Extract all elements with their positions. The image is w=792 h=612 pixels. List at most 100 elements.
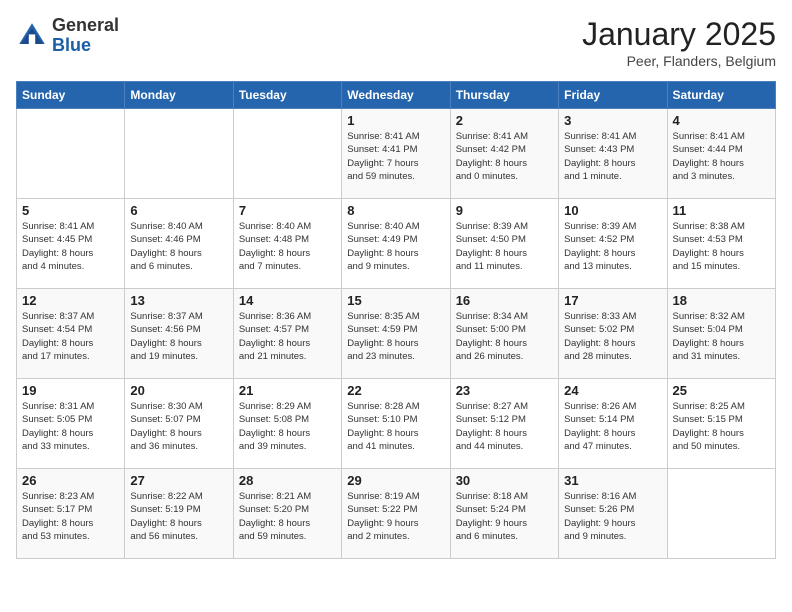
day-number: 28 xyxy=(239,473,336,488)
calendar-cell: 30 Sunrise: 8:18 AM Sunset: 5:24 PM Dayli… xyxy=(450,469,558,559)
day-info: Sunrise: 8:23 AM Sunset: 5:17 PM Dayligh… xyxy=(22,490,119,543)
calendar-cell xyxy=(667,469,775,559)
calendar-table: SundayMondayTuesdayWednesdayThursdayFrid… xyxy=(16,81,776,559)
calendar-week-row: 5 Sunrise: 8:41 AM Sunset: 4:45 PM Daylig… xyxy=(17,199,776,289)
calendar-cell: 29 Sunrise: 8:19 AM Sunset: 5:22 PM Dayli… xyxy=(342,469,450,559)
logo-icon xyxy=(16,20,48,52)
calendar-cell: 2 Sunrise: 8:41 AM Sunset: 4:42 PM Daylig… xyxy=(450,109,558,199)
day-info: Sunrise: 8:39 AM Sunset: 4:52 PM Dayligh… xyxy=(564,220,661,273)
calendar-cell: 25 Sunrise: 8:25 AM Sunset: 5:15 PM Dayli… xyxy=(667,379,775,469)
weekday-header-friday: Friday xyxy=(559,82,667,109)
day-info: Sunrise: 8:40 AM Sunset: 4:49 PM Dayligh… xyxy=(347,220,444,273)
calendar-cell: 16 Sunrise: 8:34 AM Sunset: 5:00 PM Dayli… xyxy=(450,289,558,379)
day-info: Sunrise: 8:18 AM Sunset: 5:24 PM Dayligh… xyxy=(456,490,553,543)
calendar-week-row: 1Sunrise: 8:41 AM Sunset: 4:41 PM Daylig… xyxy=(17,109,776,199)
calendar-cell: 7 Sunrise: 8:40 AM Sunset: 4:48 PM Daylig… xyxy=(233,199,341,289)
day-number: 13 xyxy=(130,293,227,308)
day-number: 20 xyxy=(130,383,227,398)
day-info: Sunrise: 8:41 AM Sunset: 4:45 PM Dayligh… xyxy=(22,220,119,273)
day-info: Sunrise: 8:40 AM Sunset: 4:46 PM Dayligh… xyxy=(130,220,227,273)
day-number: 14 xyxy=(239,293,336,308)
day-number: 12 xyxy=(22,293,119,308)
day-info: Sunrise: 8:41 AM Sunset: 4:42 PM Dayligh… xyxy=(456,130,553,183)
day-info: Sunrise: 8:19 AM Sunset: 5:22 PM Dayligh… xyxy=(347,490,444,543)
calendar-cell: 3 Sunrise: 8:41 AM Sunset: 4:43 PM Daylig… xyxy=(559,109,667,199)
calendar-cell: 6 Sunrise: 8:40 AM Sunset: 4:46 PM Daylig… xyxy=(125,199,233,289)
day-info: Sunrise: 8:31 AM Sunset: 5:05 PM Dayligh… xyxy=(22,400,119,453)
calendar-cell xyxy=(233,109,341,199)
day-number: 6 xyxy=(130,203,227,218)
day-number: 9 xyxy=(456,203,553,218)
day-info: Sunrise: 8:22 AM Sunset: 5:19 PM Dayligh… xyxy=(130,490,227,543)
weekday-header-wednesday: Wednesday xyxy=(342,82,450,109)
day-info: Sunrise: 8:40 AM Sunset: 4:48 PM Dayligh… xyxy=(239,220,336,273)
calendar-cell: 18Sunrise: 8:32 AM Sunset: 5:04 PM Dayli… xyxy=(667,289,775,379)
day-number: 24 xyxy=(564,383,661,398)
calendar-cell: 9Sunrise: 8:39 AM Sunset: 4:50 PM Daylig… xyxy=(450,199,558,289)
calendar-cell: 13 Sunrise: 8:37 AM Sunset: 4:56 PM Dayli… xyxy=(125,289,233,379)
day-info: Sunrise: 8:27 AM Sunset: 5:12 PM Dayligh… xyxy=(456,400,553,453)
day-number: 3 xyxy=(564,113,661,128)
day-number: 26 xyxy=(22,473,119,488)
day-info: Sunrise: 8:28 AM Sunset: 5:10 PM Dayligh… xyxy=(347,400,444,453)
day-info: Sunrise: 8:16 AM Sunset: 5:26 PM Dayligh… xyxy=(564,490,661,543)
calendar-cell: 1Sunrise: 8:41 AM Sunset: 4:41 PM Daylig… xyxy=(342,109,450,199)
calendar-cell: 31 Sunrise: 8:16 AM Sunset: 5:26 PM Dayli… xyxy=(559,469,667,559)
calendar-header-row: SundayMondayTuesdayWednesdayThursdayFrid… xyxy=(17,82,776,109)
calendar-cell: 26 Sunrise: 8:23 AM Sunset: 5:17 PM Dayli… xyxy=(17,469,125,559)
day-number: 5 xyxy=(22,203,119,218)
day-number: 27 xyxy=(130,473,227,488)
day-number: 23 xyxy=(456,383,553,398)
calendar-cell: 23 Sunrise: 8:27 AM Sunset: 5:12 PM Dayli… xyxy=(450,379,558,469)
day-info: Sunrise: 8:41 AM Sunset: 4:43 PM Dayligh… xyxy=(564,130,661,183)
calendar-cell: 5 Sunrise: 8:41 AM Sunset: 4:45 PM Daylig… xyxy=(17,199,125,289)
day-number: 8 xyxy=(347,203,444,218)
calendar-cell xyxy=(17,109,125,199)
weekday-header-sunday: Sunday xyxy=(17,82,125,109)
day-number: 16 xyxy=(456,293,553,308)
calendar-cell: 8 Sunrise: 8:40 AM Sunset: 4:49 PM Daylig… xyxy=(342,199,450,289)
day-number: 15 xyxy=(347,293,444,308)
calendar-cell: 24 Sunrise: 8:26 AM Sunset: 5:14 PM Dayli… xyxy=(559,379,667,469)
day-info: Sunrise: 8:41 AM Sunset: 4:44 PM Dayligh… xyxy=(673,130,770,183)
calendar-cell xyxy=(125,109,233,199)
day-number: 17 xyxy=(564,293,661,308)
calendar-cell: 14 Sunrise: 8:36 AM Sunset: 4:57 PM Dayli… xyxy=(233,289,341,379)
calendar-cell: 27 Sunrise: 8:22 AM Sunset: 5:19 PM Dayli… xyxy=(125,469,233,559)
day-info: Sunrise: 8:29 AM Sunset: 5:08 PM Dayligh… xyxy=(239,400,336,453)
day-number: 25 xyxy=(673,383,770,398)
day-info: Sunrise: 8:41 AM Sunset: 4:41 PM Dayligh… xyxy=(347,130,444,183)
logo-text: General Blue xyxy=(52,16,119,56)
day-number: 2 xyxy=(456,113,553,128)
calendar-cell: 4 Sunrise: 8:41 AM Sunset: 4:44 PM Daylig… xyxy=(667,109,775,199)
calendar-cell: 15 Sunrise: 8:35 AM Sunset: 4:59 PM Dayli… xyxy=(342,289,450,379)
day-number: 7 xyxy=(239,203,336,218)
day-info: Sunrise: 8:37 AM Sunset: 4:56 PM Dayligh… xyxy=(130,310,227,363)
day-number: 11 xyxy=(673,203,770,218)
day-number: 29 xyxy=(347,473,444,488)
day-info: Sunrise: 8:36 AM Sunset: 4:57 PM Dayligh… xyxy=(239,310,336,363)
page-header: General Blue January 2025 Peer, Flanders… xyxy=(16,16,776,69)
day-number: 31 xyxy=(564,473,661,488)
day-info: Sunrise: 8:34 AM Sunset: 5:00 PM Dayligh… xyxy=(456,310,553,363)
day-number: 19 xyxy=(22,383,119,398)
day-number: 30 xyxy=(456,473,553,488)
day-info: Sunrise: 8:26 AM Sunset: 5:14 PM Dayligh… xyxy=(564,400,661,453)
day-info: Sunrise: 8:35 AM Sunset: 4:59 PM Dayligh… xyxy=(347,310,444,363)
day-info: Sunrise: 8:37 AM Sunset: 4:54 PM Dayligh… xyxy=(22,310,119,363)
calendar-cell: 20 Sunrise: 8:30 AM Sunset: 5:07 PM Dayli… xyxy=(125,379,233,469)
day-info: Sunrise: 8:32 AM Sunset: 5:04 PM Dayligh… xyxy=(673,310,770,363)
day-info: Sunrise: 8:25 AM Sunset: 5:15 PM Dayligh… xyxy=(673,400,770,453)
calendar-cell: 19 Sunrise: 8:31 AM Sunset: 5:05 PM Dayli… xyxy=(17,379,125,469)
weekday-header-tuesday: Tuesday xyxy=(233,82,341,109)
calendar-cell: 12 Sunrise: 8:37 AM Sunset: 4:54 PM Dayli… xyxy=(17,289,125,379)
calendar-cell: 17 Sunrise: 8:33 AM Sunset: 5:02 PM Dayli… xyxy=(559,289,667,379)
calendar-cell: 28 Sunrise: 8:21 AM Sunset: 5:20 PM Dayli… xyxy=(233,469,341,559)
day-info: Sunrise: 8:30 AM Sunset: 5:07 PM Dayligh… xyxy=(130,400,227,453)
day-number: 4 xyxy=(673,113,770,128)
calendar-subtitle: Peer, Flanders, Belgium xyxy=(582,53,776,69)
day-info: Sunrise: 8:33 AM Sunset: 5:02 PM Dayligh… xyxy=(564,310,661,363)
day-info: Sunrise: 8:21 AM Sunset: 5:20 PM Dayligh… xyxy=(239,490,336,543)
calendar-cell: 22Sunrise: 8:28 AM Sunset: 5:10 PM Dayli… xyxy=(342,379,450,469)
calendar-cell: 21Sunrise: 8:29 AM Sunset: 5:08 PM Dayli… xyxy=(233,379,341,469)
